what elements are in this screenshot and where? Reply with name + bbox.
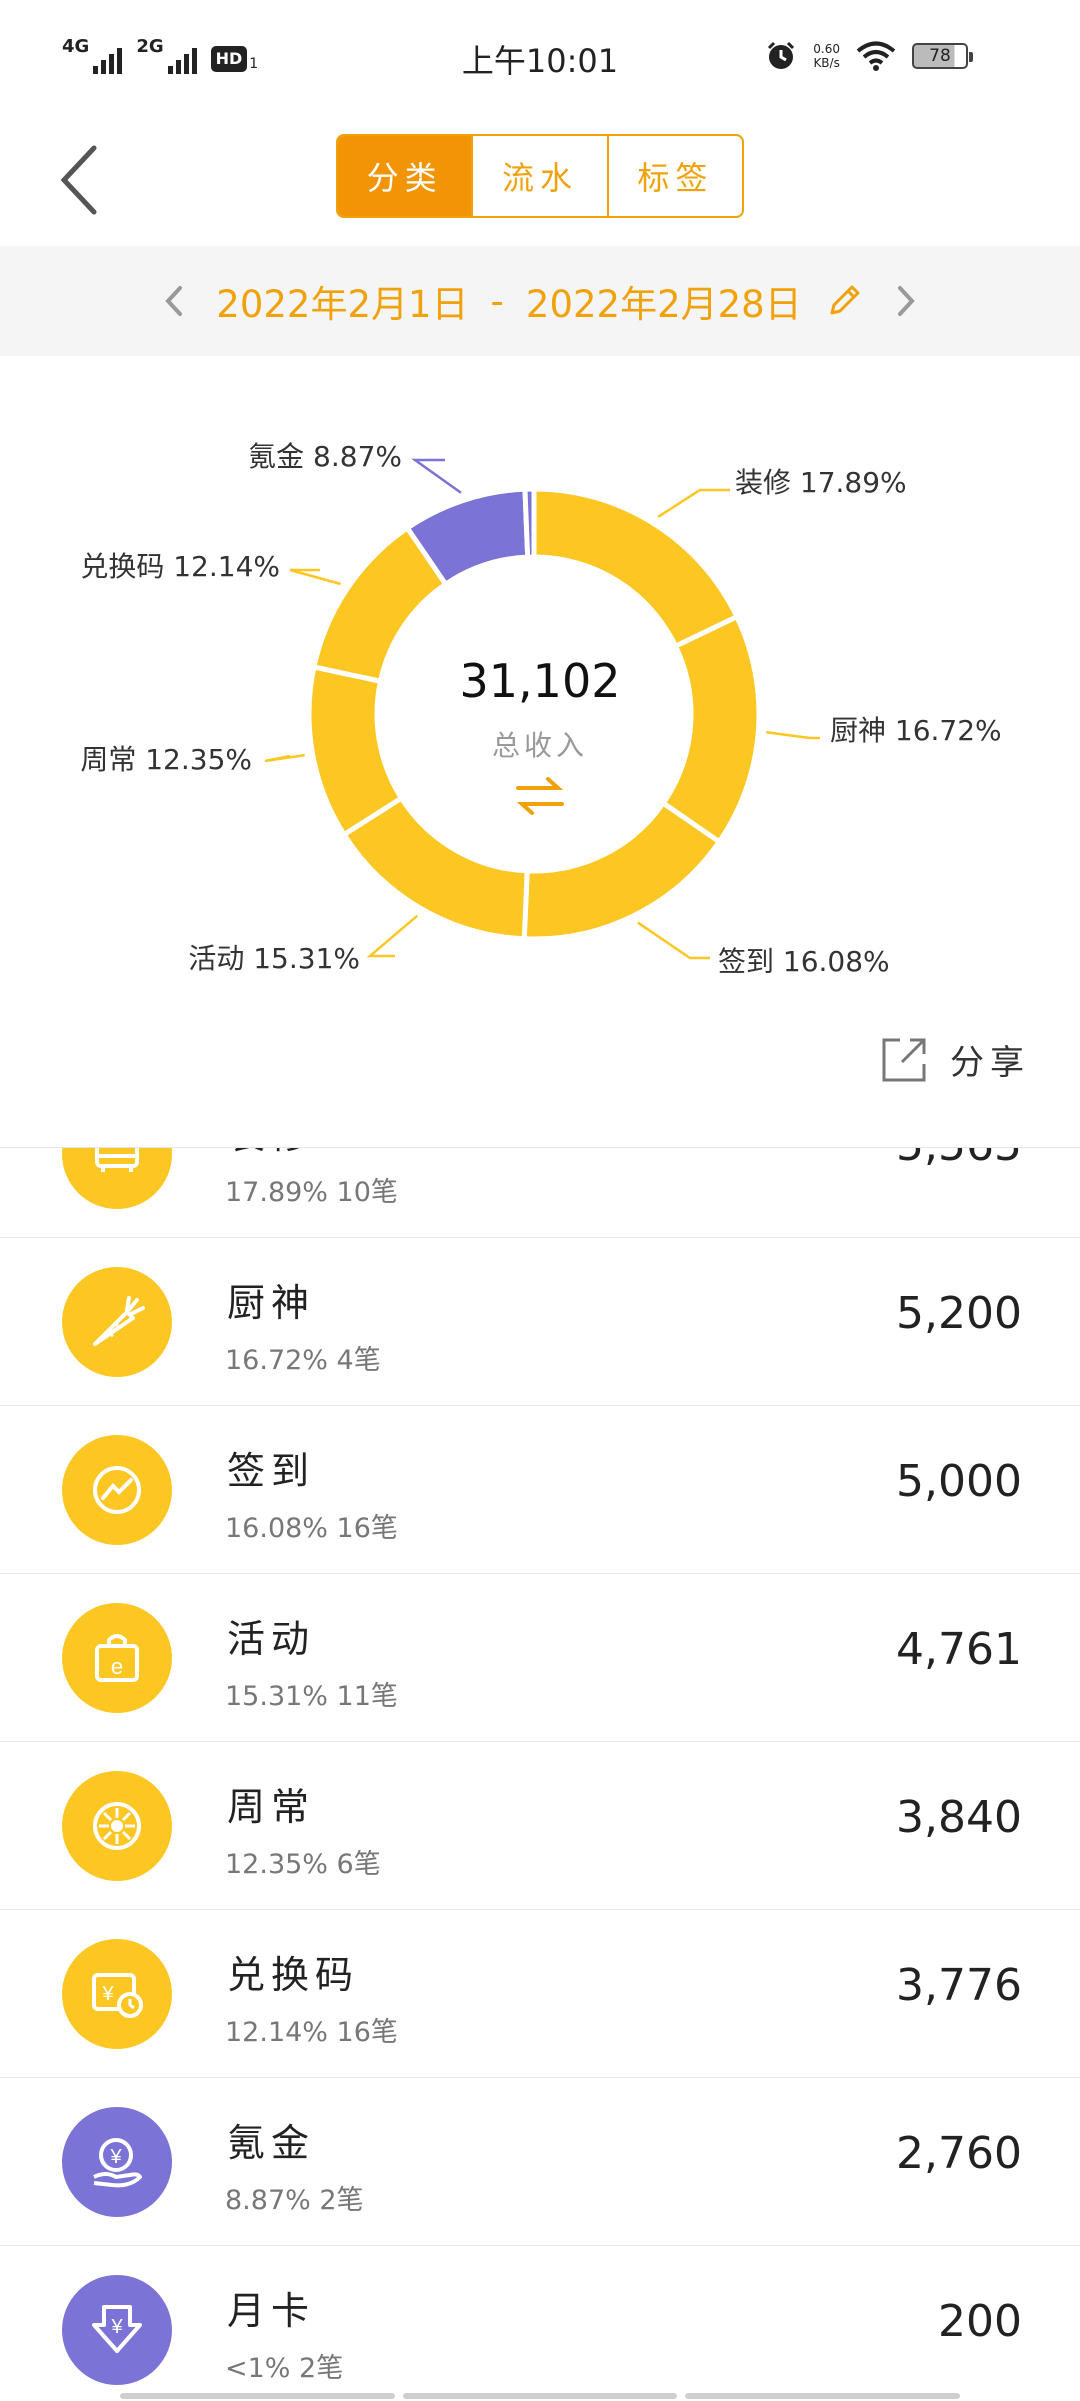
list-item[interactable]: 厨神 16.72% 4笔 5,200 <box>0 1238 1080 1406</box>
slice-leader-line <box>637 921 710 960</box>
category-name: 活动 <box>227 1617 316 1661</box>
status-bar: 4G 2G HD 1 上午10:01 0.60 KB/s 78 <box>0 0 1080 120</box>
list-item[interactable]: e 活动 15.31% 11笔 4,761 <box>0 1574 1080 1742</box>
svg-text:¥: ¥ <box>110 2316 123 2338</box>
shopping-bag-icon: e <box>62 1603 172 1713</box>
date-separator: - <box>490 279 504 323</box>
share-label: 分享 <box>950 1043 1030 1083</box>
carrot-icon <box>62 1267 172 1377</box>
tab-category[interactable]: 分类 <box>338 136 474 216</box>
category-name: 兑换码 <box>227 1953 360 1997</box>
category-name: 周常 <box>227 1785 316 1829</box>
category-name: 装修 <box>227 1148 315 1159</box>
list-item[interactable]: 周常 12.35% 6笔 3,840 <box>0 1742 1080 1910</box>
slice-label: 活动 15.31% <box>188 942 360 975</box>
income-donut-chart: 装修 17.89% 厨神 16.72% 签到 16.08% 活动 15.31% 周常 1… <box>0 356 1080 1136</box>
category-stats: 17.89% 10笔 <box>225 1177 398 1208</box>
category-amount: 3,840 <box>896 1792 1022 1843</box>
list-item[interactable]: ¥ 氪金 8.87% 2笔 2,760 <box>0 2078 1080 2246</box>
slice-label: 厨神 16.72% <box>830 714 1002 747</box>
category-name: 签到 <box>227 1449 316 1493</box>
category-list: 装修 17.89% 10笔 5,565 厨神 16.72% 4笔 5,200 签到 16.08… <box>0 1147 1080 2401</box>
trend-icon <box>62 1435 172 1545</box>
donut-slice[interactable] <box>522 486 537 560</box>
slice-leader-line <box>289 568 341 586</box>
yen-download-icon: ¥ <box>62 2275 172 2385</box>
slice-leader-line <box>766 731 820 740</box>
tab-flow[interactable]: 流水 <box>473 136 609 216</box>
slice-label: 氪金 8.87% <box>248 440 402 473</box>
category-stats: 12.14% 16笔 <box>225 2017 398 2048</box>
slice-label: 兑换码 12.14% <box>80 550 280 583</box>
category-name: 厨神 <box>227 1281 316 1325</box>
svg-text:e: e <box>111 1654 123 1679</box>
date-start[interactable]: 2022年2月1日 <box>216 274 468 328</box>
list-item[interactable]: 签到 16.08% 16笔 5,000 <box>0 1406 1080 1574</box>
category-amount: 5,200 <box>896 1288 1022 1339</box>
slice-leader-line <box>264 753 305 763</box>
speed-value: 0.60 <box>813 42 840 56</box>
tab-tags[interactable]: 标签 <box>609 136 742 216</box>
list-item[interactable]: ¥ 兑换码 12.14% 16笔 3,776 <box>0 1910 1080 2078</box>
category-stats: 16.72% 4笔 <box>225 1345 381 1376</box>
edit-date-icon[interactable] <box>824 281 864 321</box>
category-amount: 5,565 <box>896 1148 1022 1171</box>
chart-total-value: 31,102 <box>459 654 621 708</box>
slice-label: 签到 16.08% <box>718 945 890 978</box>
category-stats: 16.08% 16笔 <box>225 1513 398 1544</box>
share-button[interactable]: 分享 <box>880 1035 1030 1084</box>
category-amount: 2,760 <box>896 2128 1022 2179</box>
battery-icon: 78 <box>912 43 973 69</box>
slice-label: 周常 12.35% <box>80 743 252 776</box>
category-stats: <1% 2笔 <box>225 2353 344 2384</box>
alarm-icon <box>768 41 795 69</box>
donut-slice[interactable] <box>531 486 741 650</box>
list-item[interactable]: ¥ 月卡 <1% 2笔 200 <box>0 2246 1080 2401</box>
next-period-button[interactable] <box>886 276 926 326</box>
svg-text:¥: ¥ <box>101 1983 114 2005</box>
view-tabs: 分类 流水 标签 <box>336 134 744 218</box>
category-stats: 15.31% 11笔 <box>225 1681 398 1712</box>
category-name: 氪金 <box>227 2121 316 2165</box>
sofa-icon <box>62 1148 172 1209</box>
list-item[interactable]: 装修 17.89% 10笔 5,565 <box>0 1148 1080 1238</box>
status-right: 0.60 KB/s 78 <box>765 40 973 72</box>
chart-total-label: 总收入 <box>491 729 588 762</box>
network-speed: 0.60 KB/s <box>813 42 840 70</box>
back-button[interactable] <box>52 140 112 220</box>
category-amount: 5,000 <box>896 1456 1022 1507</box>
lemon-icon <box>62 1771 172 1881</box>
date-range-bar: 2022年2月1日 - 2022年2月28日 <box>0 246 1080 356</box>
battery-level: 78 <box>929 46 951 66</box>
donut-slice[interactable] <box>521 799 723 942</box>
header: 分类 流水 标签 <box>0 120 1080 246</box>
category-amount: 200 <box>938 2296 1022 2347</box>
date-end[interactable]: 2022年2月28日 <box>526 274 802 328</box>
category-amount: 4,761 <box>896 1624 1022 1675</box>
slice-label: 装修 17.89% <box>735 466 907 499</box>
donut-slice[interactable] <box>306 664 405 839</box>
slice-leader-line <box>366 914 419 958</box>
category-stats: 8.87% 2笔 <box>225 2185 364 2216</box>
category-name: 月卡 <box>227 2289 316 2333</box>
speed-unit: KB/s <box>813 56 840 70</box>
share-icon <box>882 1038 926 1081</box>
prev-period-button[interactable] <box>154 276 194 326</box>
slice-leader-line <box>657 488 730 518</box>
slice-leader-line <box>411 458 462 494</box>
category-stats: 12.35% 6笔 <box>225 1849 381 1880</box>
yen-hand-icon: ¥ <box>62 2107 172 2217</box>
svg-text:¥: ¥ <box>109 2146 122 2168</box>
wifi-icon <box>856 41 896 71</box>
voucher-icon: ¥ <box>62 1939 172 2049</box>
swap-icon[interactable] <box>514 774 566 818</box>
category-amount: 3,776 <box>896 1960 1022 2011</box>
scroll-hint <box>120 2393 961 2399</box>
